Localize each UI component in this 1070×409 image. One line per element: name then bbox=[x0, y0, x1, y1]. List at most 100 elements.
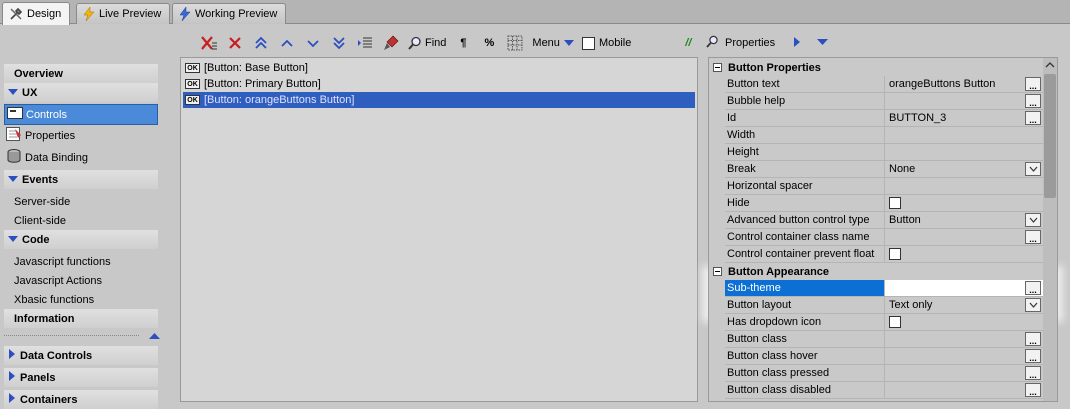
sidebar-containers-header[interactable]: Containers bbox=[4, 390, 158, 409]
prop-row-horizontal-spacer[interactable]: Horizontal spacer bbox=[709, 178, 1043, 195]
prop-value[interactable] bbox=[885, 144, 1043, 161]
ellipsis-button[interactable]: ... bbox=[1025, 77, 1041, 91]
collapse-toggle-icon[interactable] bbox=[713, 63, 722, 72]
prop-value[interactable] bbox=[885, 127, 1043, 144]
tab-live-preview[interactable]: Live Preview bbox=[76, 3, 171, 24]
indent-button[interactable] bbox=[354, 32, 376, 54]
sidebar-code-header[interactable]: Code bbox=[4, 230, 158, 249]
list-item[interactable]: OK [Button: Base Button] bbox=[183, 60, 695, 76]
delete-button[interactable] bbox=[224, 32, 246, 54]
sidebar-item-js-functions[interactable]: Javascript functions bbox=[4, 252, 158, 271]
comment-toggle-button[interactable]: // bbox=[677, 32, 699, 54]
prop-row-button-class-disabled[interactable]: Button class disabled ... bbox=[709, 382, 1043, 399]
prop-value[interactable] bbox=[885, 195, 1043, 212]
prop-value[interactable]: ... bbox=[885, 93, 1043, 110]
prop-value[interactable]: None bbox=[885, 161, 1043, 178]
ellipsis-button[interactable]: ... bbox=[1025, 230, 1041, 244]
move-top-button[interactable] bbox=[250, 32, 272, 54]
grid-button[interactable] bbox=[504, 32, 526, 54]
ellipsis-button[interactable]: ... bbox=[1025, 281, 1041, 295]
prop-value[interactable]: ... bbox=[885, 382, 1043, 399]
properties-menu-button[interactable] bbox=[817, 37, 829, 49]
ellipsis-button[interactable]: ... bbox=[1025, 349, 1041, 363]
prop-row-width[interactable]: Width bbox=[709, 127, 1043, 144]
sidebar-ux-header[interactable]: UX bbox=[4, 83, 158, 102]
collapse-toggle-icon[interactable] bbox=[713, 267, 722, 276]
dropdown-button[interactable] bbox=[1025, 213, 1041, 227]
prop-row-container-class[interactable]: Control container class name ... bbox=[709, 229, 1043, 246]
has-dropdown-checkbox[interactable] bbox=[889, 316, 901, 328]
properties-scrollbar[interactable] bbox=[1043, 58, 1057, 401]
prop-row-sub-theme[interactable]: Sub-theme ... bbox=[709, 280, 1043, 297]
scroll-up-icon[interactable] bbox=[1045, 60, 1055, 70]
ellipsis-button[interactable]: ... bbox=[1025, 94, 1041, 108]
collapse-up-button[interactable] bbox=[149, 331, 160, 343]
sidebar-overview[interactable]: Overview bbox=[4, 64, 158, 83]
prop-value[interactable]: Button bbox=[885, 212, 1043, 229]
sidebar-item-client-side[interactable]: Client-side bbox=[4, 211, 158, 230]
ellipsis-button[interactable]: ... bbox=[1025, 332, 1041, 346]
section-button-appearance[interactable]: Button Appearance bbox=[709, 263, 1043, 280]
prop-value[interactable]: ... bbox=[885, 280, 1043, 297]
prop-value[interactable] bbox=[885, 178, 1043, 195]
prop-value[interactable] bbox=[885, 246, 1043, 263]
prop-row-bubble-help[interactable]: Bubble help ... bbox=[709, 93, 1043, 110]
list-item[interactable]: OK [Button: Primary Button] bbox=[183, 76, 695, 92]
dropdown-button[interactable] bbox=[1025, 162, 1041, 176]
prop-row-break[interactable]: Break None bbox=[709, 161, 1043, 178]
find-button[interactable]: Find bbox=[406, 32, 448, 54]
show-markers-button[interactable]: ¶ bbox=[452, 32, 474, 54]
sidebar-item-xbasic-functions[interactable]: Xbasic functions bbox=[4, 290, 158, 309]
prop-row-has-dropdown[interactable]: Has dropdown icon bbox=[709, 314, 1043, 331]
sidebar-data-controls-header[interactable]: Data Controls bbox=[4, 346, 158, 365]
prop-row-advanced-type[interactable]: Advanced button control type Button bbox=[709, 212, 1043, 229]
sidebar-events-header[interactable]: Events bbox=[4, 170, 158, 189]
dropdown-button[interactable] bbox=[1025, 298, 1041, 312]
prop-row-id[interactable]: Id BUTTON_3 ... bbox=[709, 110, 1043, 127]
prop-value[interactable]: BUTTON_3 ... bbox=[885, 110, 1043, 127]
menu-dropdown[interactable]: Menu bbox=[530, 32, 576, 54]
prop-value[interactable]: ... bbox=[885, 365, 1043, 382]
controls-list[interactable]: OK [Button: Base Button] OK [Button: Pri… bbox=[180, 57, 698, 402]
prop-row-button-class-pressed[interactable]: Button class pressed ... bbox=[709, 365, 1043, 382]
delete-all-button[interactable] bbox=[198, 32, 220, 54]
sidebar-item-data-binding[interactable]: Data Binding bbox=[4, 148, 158, 167]
sidebar-item-server-side[interactable]: Server-side bbox=[4, 192, 158, 211]
sidebar-panels-header[interactable]: Panels bbox=[4, 368, 158, 387]
list-item-selected[interactable]: OK [Button: orangeButtons Button] bbox=[183, 92, 695, 108]
prop-value[interactable]: orangeButtons Button ... bbox=[885, 76, 1043, 93]
prop-value[interactable] bbox=[885, 314, 1043, 331]
prop-row-button-class[interactable]: Button class ... bbox=[709, 331, 1043, 348]
properties-next-button[interactable] bbox=[793, 36, 801, 50]
percent-button[interactable]: % bbox=[478, 32, 500, 54]
prop-row-hide[interactable]: Hide bbox=[709, 195, 1043, 212]
move-bottom-button[interactable] bbox=[328, 32, 350, 54]
move-up-button[interactable] bbox=[276, 32, 298, 54]
ellipsis-button[interactable]: ... bbox=[1025, 366, 1041, 380]
style-button[interactable] bbox=[380, 32, 402, 54]
tab-working-preview[interactable]: Working Preview bbox=[172, 3, 287, 24]
mobile-toggle[interactable]: Mobile bbox=[580, 32, 633, 54]
prop-row-button-class-hover[interactable]: Button class hover ... bbox=[709, 348, 1043, 365]
mobile-checkbox[interactable] bbox=[581, 36, 595, 50]
tab-design[interactable]: Design bbox=[2, 2, 71, 25]
sidebar-item-properties[interactable]: Properties bbox=[4, 126, 158, 145]
sidebar-item-controls[interactable]: Controls bbox=[4, 104, 158, 125]
scrollbar-thumb[interactable] bbox=[1044, 74, 1056, 198]
prop-value[interactable]: Text only bbox=[885, 297, 1043, 314]
sidebar-item-js-actions[interactable]: Javascript Actions bbox=[4, 271, 158, 290]
prop-value[interactable]: ... bbox=[885, 229, 1043, 246]
hide-checkbox[interactable] bbox=[889, 197, 901, 209]
prop-row-button-text[interactable]: Button text orangeButtons Button ... bbox=[709, 76, 1043, 93]
prop-row-height[interactable]: Height bbox=[709, 144, 1043, 161]
prop-row-button-layout[interactable]: Button layout Text only bbox=[709, 297, 1043, 314]
prop-row-container-float[interactable]: Control container prevent float bbox=[709, 246, 1043, 263]
prevent-float-checkbox[interactable] bbox=[889, 248, 901, 260]
prop-value[interactable]: ... bbox=[885, 331, 1043, 348]
ellipsis-button[interactable]: ... bbox=[1025, 111, 1041, 125]
move-down-button[interactable] bbox=[302, 32, 324, 54]
ellipsis-button[interactable]: ... bbox=[1025, 383, 1041, 397]
sidebar-information[interactable]: Information bbox=[4, 309, 158, 328]
section-button-properties[interactable]: Button Properties bbox=[709, 59, 1043, 76]
prop-value[interactable]: ... bbox=[885, 348, 1043, 365]
